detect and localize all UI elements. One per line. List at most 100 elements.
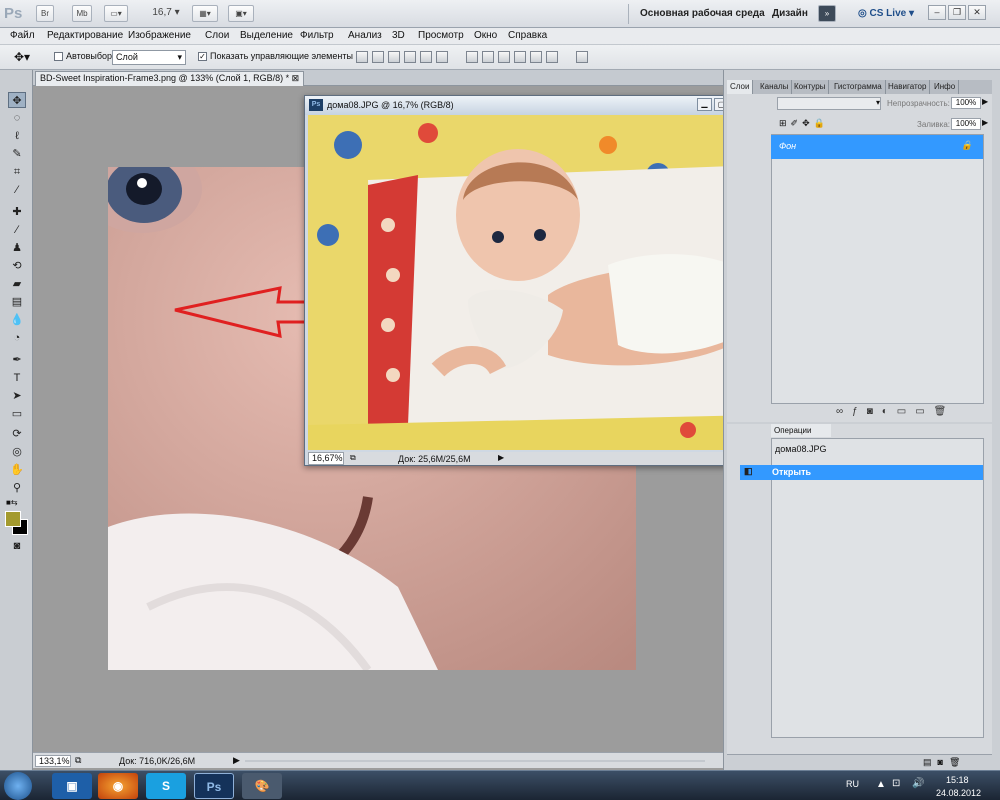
menu-select[interactable]: Выделение <box>240 30 293 41</box>
distribute-bottom-icon[interactable] <box>498 51 510 63</box>
cs-live-button[interactable]: ◎ CS Live ▾ <box>858 8 914 19</box>
menu-3d[interactable]: 3D <box>392 30 405 41</box>
view-extras-button[interactable]: ▭▾ <box>104 5 128 22</box>
tab-channels[interactable]: Каналы <box>757 80 793 94</box>
workspace-essentials[interactable]: Основная рабочая среда <box>640 8 765 19</box>
align-left-icon[interactable] <box>404 51 416 63</box>
restore-button[interactable]: ❐ <box>948 5 966 20</box>
auto-select-checkbox[interactable] <box>54 52 63 61</box>
eyedropper-tool-icon[interactable]: ⁄ <box>8 182 26 198</box>
path-selection-tool-icon[interactable]: ➤ <box>8 388 26 404</box>
history-state-open[interactable]: ◧ Открыть <box>740 465 983 480</box>
3d-rotate-tool-icon[interactable]: ⟳ <box>8 426 26 442</box>
tab-paths[interactable]: Контуры <box>791 80 830 94</box>
layer-row-background[interactable]: Фон 🔒 <box>771 135 983 159</box>
menu-filter[interactable]: Фильтр <box>300 30 334 41</box>
close-button[interactable]: ✕ <box>968 5 986 20</box>
auto-align-icon[interactable] <box>576 51 588 63</box>
zoom-field[interactable]: 133,1% <box>35 755 71 767</box>
clone-stamp-tool-icon[interactable]: ♟ <box>8 240 26 256</box>
distribute-left-icon[interactable] <box>514 51 526 63</box>
quick-mask-icon[interactable]: ◙ <box>8 538 26 554</box>
status-arrow-icon[interactable]: ▶ <box>233 755 240 766</box>
menu-layers[interactable]: Слои <box>205 30 229 41</box>
taskbar-save-icon[interactable]: ▣ <box>52 773 92 799</box>
pen-tool-icon[interactable]: ✒ <box>8 352 26 368</box>
align-bottom-icon[interactable] <box>388 51 400 63</box>
taskbar-paint-icon[interactable]: 🎨 <box>242 773 282 799</box>
more-workspaces-icon[interactable]: » <box>818 5 836 22</box>
menu-file[interactable]: Файл <box>10 30 35 41</box>
dodge-tool-icon[interactable]: ◔ <box>8 330 26 346</box>
brush-tool-icon[interactable]: ∕ <box>8 222 26 238</box>
move-tool-icon[interactable]: ✥ <box>8 92 26 108</box>
minimize-button[interactable]: – <box>928 5 946 20</box>
mini-bridge-button[interactable]: Mb <box>72 5 92 22</box>
shape-tool-icon[interactable]: ▭ <box>8 406 26 422</box>
menu-image[interactable]: Изображение <box>128 30 191 41</box>
bridge-button[interactable]: Br <box>36 5 54 22</box>
default-colors-icon[interactable]: ■⇆ <box>6 498 18 507</box>
arrange-documents-button[interactable]: ▦▾ <box>192 5 218 22</box>
history-snapshot[interactable]: дома08.JPG <box>775 444 826 454</box>
horizontal-scrollbar[interactable] <box>245 760 705 762</box>
tab-actions[interactable]: Операции <box>771 424 831 437</box>
taskbar-photoshop-icon[interactable]: Ps <box>194 773 234 799</box>
document-tab[interactable]: BD-Sweet Inspiration-Frame3.png @ 133% (… <box>35 71 305 86</box>
menu-window[interactable]: Окно <box>474 30 497 41</box>
marquee-tool-icon[interactable]: ◌ <box>8 110 26 126</box>
tab-close-icon[interactable]: ⊠ <box>292 73 300 83</box>
taskbar-skype-icon[interactable]: S <box>146 773 186 799</box>
taskbar-firefox-icon[interactable]: ◉ <box>98 773 138 799</box>
menu-edit[interactable]: Редактирование <box>47 30 123 41</box>
healing-brush-tool-icon[interactable]: ✚ <box>8 204 26 220</box>
distribute-right-icon[interactable] <box>546 51 558 63</box>
workspace-design[interactable]: Дизайн <box>772 8 808 19</box>
eraser-tool-icon[interactable]: ▰ <box>8 276 26 292</box>
lock-icons[interactable]: ⊞✐✥🔒 <box>779 118 829 129</box>
fw-zoom-field[interactable]: 16,67% <box>308 452 344 465</box>
quick-select-tool-icon[interactable]: ✎ <box>8 146 26 162</box>
type-tool-icon[interactable]: T <box>8 370 26 386</box>
align-right-icon[interactable] <box>436 51 448 63</box>
history-brush-tool-icon[interactable]: ⟲ <box>8 258 26 274</box>
menu-help[interactable]: Справка <box>508 30 547 41</box>
tab-layers[interactable]: Слои <box>727 80 754 94</box>
fw-status-arrow-icon[interactable]: ▶ <box>498 453 504 462</box>
tab-histogram[interactable]: Гистограмма <box>831 80 886 94</box>
zoom-level-dropdown[interactable]: 16,7 ▾ <box>148 5 184 22</box>
start-button-icon[interactable] <box>4 772 32 800</box>
align-vcenter-icon[interactable] <box>372 51 384 63</box>
opacity-arrow-icon[interactable]: ▶ <box>982 97 988 106</box>
crop-tool-icon[interactable]: ⌗ <box>8 164 26 180</box>
distribute-vcenter-icon[interactable] <box>482 51 494 63</box>
align-top-icon[interactable] <box>356 51 368 63</box>
status-menu-icon[interactable]: ⧉ <box>75 755 81 766</box>
language-indicator[interactable]: RU <box>846 779 859 800</box>
floating-window-image[interactable] <box>308 115 759 450</box>
clock-date[interactable]: 24.08.2012 <box>936 788 981 800</box>
3d-orbit-tool-icon[interactable]: ◎ <box>8 444 26 460</box>
history-footer-icons[interactable]: ▤◙🗑 <box>923 757 966 768</box>
distribute-hcenter-icon[interactable] <box>530 51 542 63</box>
blend-mode-dropdown[interactable]: ▾ <box>777 97 881 110</box>
show-controls-checkbox[interactable]: ✓ <box>198 52 207 61</box>
move-tool-preset-icon[interactable]: ✥▾ <box>14 50 30 64</box>
fill-arrow-icon[interactable]: ▶ <box>982 118 988 127</box>
tray-volume-icon[interactable]: 🔊 <box>912 778 924 800</box>
lasso-tool-icon[interactable]: ℓ <box>8 128 26 144</box>
zoom-tool-icon[interactable]: ⚲ <box>8 480 26 496</box>
fw-minimize-button[interactable]: ▁ <box>697 98 712 111</box>
distribute-top-icon[interactable] <box>466 51 478 63</box>
foreground-color-swatch[interactable] <box>5 511 21 527</box>
tray-network-icon[interactable]: ⊡ <box>892 778 900 800</box>
menu-view[interactable]: Просмотр <box>418 30 464 41</box>
tray-show-icons-icon[interactable]: ▲ <box>876 779 886 800</box>
hand-tool-icon[interactable]: ✋ <box>8 462 26 478</box>
floating-document-window[interactable]: Ps дома08.JPG @ 16,7% (RGB/8) ▁ ▢ ✕ <box>304 95 768 466</box>
tab-navigator[interactable]: Навигатор <box>885 80 931 94</box>
opacity-field[interactable]: 100% <box>951 97 981 109</box>
fw-status-menu-icon[interactable]: ⧉ <box>350 453 356 463</box>
gradient-tool-icon[interactable]: ▤ <box>8 294 26 310</box>
screen-mode-button[interactable]: ▣▾ <box>228 5 254 22</box>
